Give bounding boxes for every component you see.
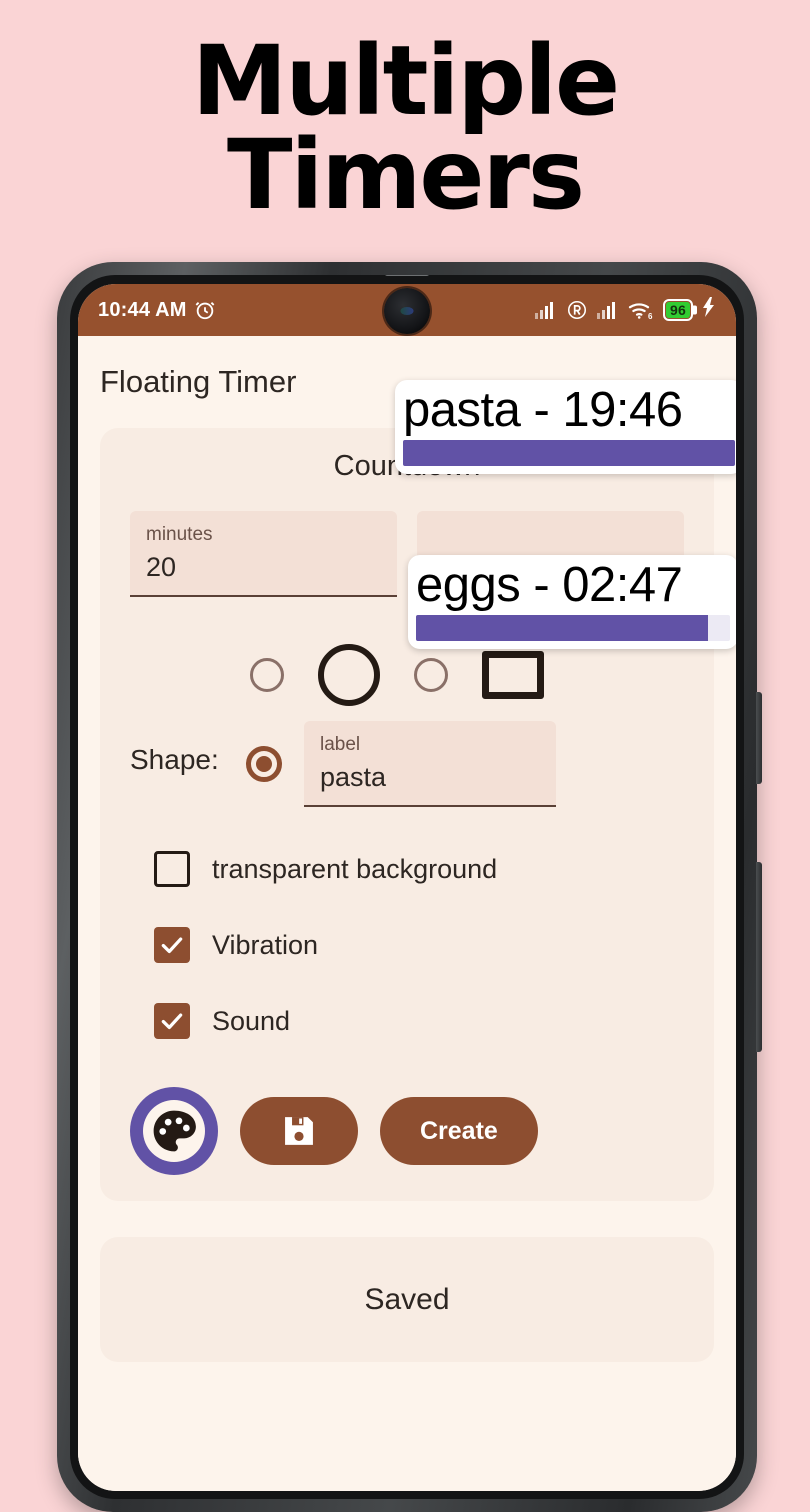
small-circle-shape-option-2[interactable] — [414, 658, 448, 692]
label-input-label: label — [320, 734, 361, 755]
transparent-background-label: transparent background — [212, 853, 498, 884]
save-button[interactable] — [240, 1097, 358, 1165]
color-palette-icon — [143, 1100, 205, 1162]
sound-checkbox[interactable] — [154, 1003, 190, 1039]
cellular-signal-icon-2 — [597, 301, 619, 319]
minutes-input-value: 20 — [146, 552, 177, 582]
label-input-value: pasta — [320, 762, 387, 792]
color-palette-button[interactable] — [130, 1087, 218, 1175]
front-camera-punch-hole — [384, 288, 430, 334]
promo-heading-line-1: Multiple — [191, 25, 620, 137]
earpiece-speaker — [384, 275, 430, 276]
create-button-label: Create — [420, 1116, 498, 1145]
roaming-r-icon — [566, 299, 588, 321]
sound-row[interactable]: Sound — [122, 1003, 692, 1039]
transparent-background-row[interactable]: transparent background — [122, 851, 692, 887]
floating-timer-eggs-progress-track — [416, 614, 730, 641]
battery-level-label: 96 — [666, 302, 690, 318]
battery-indicator: 96 — [663, 299, 697, 321]
shape-selected-row: label pasta — [236, 721, 684, 807]
shape-selector-row: Shape: label pasta — [122, 631, 692, 811]
promo-heading-line-2: Timers — [226, 119, 585, 232]
status-bar-left: 10:44 AM — [98, 299, 216, 322]
phone-screen: 10:44 AM 6 96 Floating Timer minutes 20 … — [78, 284, 736, 1491]
large-circle-shape-option[interactable] — [318, 644, 380, 706]
small-circle-shape-option[interactable] — [250, 658, 284, 692]
svg-text:6: 6 — [648, 312, 653, 320]
app-title: Floating Timer — [100, 364, 297, 399]
floating-timer-pasta-text: pasta - 19:46 — [403, 383, 683, 437]
status-bar: 10:44 AM 6 96 — [78, 284, 736, 336]
vibration-label: Vibration — [212, 929, 319, 960]
floating-timer-overlay-pasta[interactable]: pasta - 19:46 — [395, 380, 736, 474]
transparent-background-checkbox[interactable] — [154, 851, 190, 887]
power-button[interactable] — [756, 862, 762, 1052]
action-button-row: Create — [122, 1087, 692, 1175]
status-bar-time: 10:44 AM — [98, 298, 187, 321]
phone-frame: 10:44 AM 6 96 Floating Timer minutes 20 … — [57, 262, 762, 1512]
create-button[interactable]: Create — [380, 1097, 538, 1165]
vibration-checkbox[interactable] — [154, 927, 190, 963]
shape-options: label pasta — [236, 635, 684, 807]
rectangle-shape-option[interactable] — [482, 651, 544, 699]
minutes-input-label: minutes — [146, 524, 213, 545]
shape-radio-selected[interactable] — [246, 746, 282, 782]
minutes-input[interactable]: minutes 20 — [130, 511, 397, 597]
status-bar-right: 6 96 — [535, 297, 716, 323]
floating-timer-eggs-progress-fill — [416, 614, 709, 641]
sound-label: Sound — [212, 1005, 291, 1036]
phone-bezel: 10:44 AM 6 96 Floating Timer minutes 20 … — [70, 275, 744, 1499]
charging-bolt-icon — [702, 297, 716, 323]
label-input[interactable]: label pasta — [304, 721, 556, 807]
alarm-clock-icon — [194, 299, 216, 321]
wifi-6-icon: 6 — [628, 300, 654, 320]
app-content: Floating Timer Countdown minutes 20 — [78, 336, 736, 1491]
battery-cap — [693, 305, 697, 315]
promo-heading: Multiple Timers — [0, 25, 810, 232]
floating-timer-pasta-progress-fill — [403, 439, 735, 466]
volume-rocker-button[interactable] — [756, 692, 762, 784]
shape-label: Shape: — [130, 744, 219, 775]
floating-timer-pasta-progress-track — [403, 439, 735, 466]
options-checkbox-list: transparent background Vibration Sound — [122, 851, 692, 1039]
floating-timer-eggs-text: eggs - 02:47 — [416, 558, 683, 612]
saved-section-title: Saved — [364, 1282, 450, 1316]
floppy-disk-save-icon — [285, 1117, 313, 1145]
saved-card[interactable]: Saved — [100, 1237, 714, 1362]
countdown-card: Countdown minutes 20 Shape: — [100, 428, 714, 1201]
floating-timer-overlay-eggs[interactable]: eggs - 02:47 — [408, 555, 736, 649]
vibration-row[interactable]: Vibration — [122, 927, 692, 963]
cellular-signal-icon — [535, 301, 557, 319]
